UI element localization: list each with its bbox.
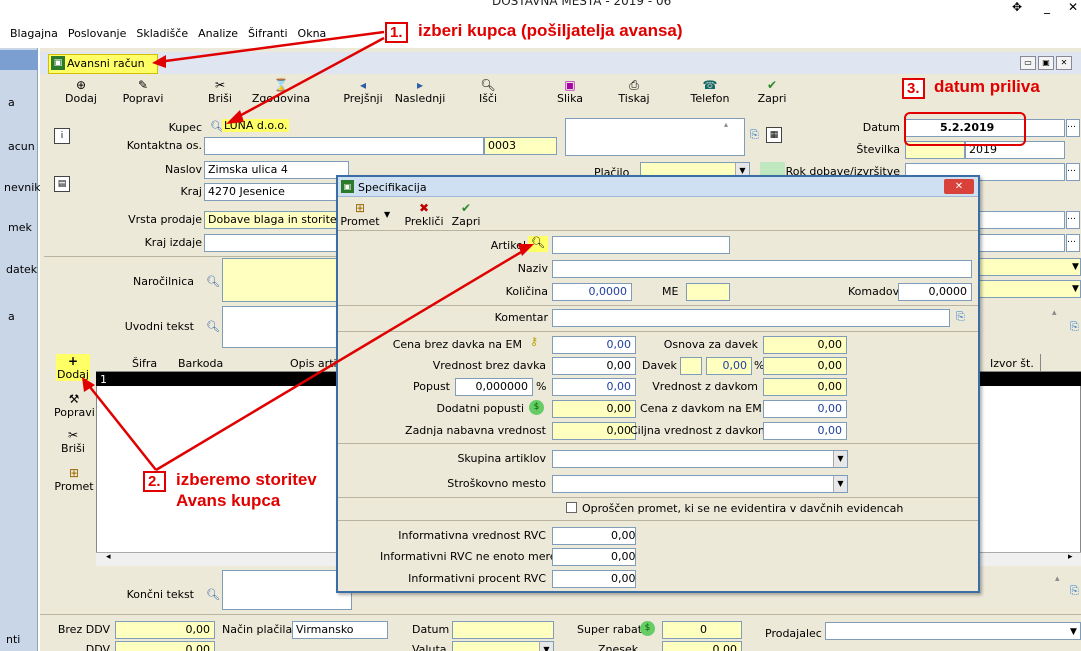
annotation-1-number: 1. bbox=[385, 22, 408, 43]
annotation-3-number: 3. bbox=[902, 78, 925, 99]
annotation-2-text-line2: Avans kupca bbox=[176, 491, 281, 510]
annotation-arrow-2 bbox=[85, 381, 157, 471]
annotation-3-highlight-box bbox=[904, 112, 1026, 146]
annotation-2-text: izberemo storitev bbox=[176, 470, 317, 489]
annotation-arrowhead-2b bbox=[518, 244, 534, 256]
annotation-3-text: datum priliva bbox=[934, 77, 1040, 96]
annotation-arrow-2b bbox=[155, 246, 529, 472]
annotation-2-number: 2. bbox=[143, 471, 166, 492]
annotation-arrowhead-1 bbox=[226, 110, 244, 124]
annotation-arrowhead-1b bbox=[152, 55, 166, 68]
annotation-1-text: izberi kupca (pošiljatelja avansa) bbox=[418, 21, 683, 40]
